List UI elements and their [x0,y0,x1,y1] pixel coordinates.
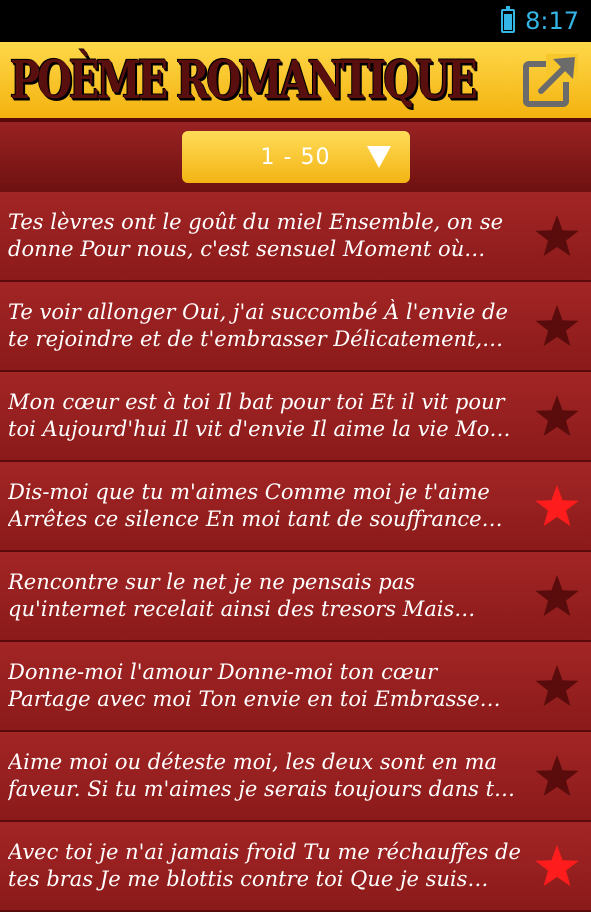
poem-preview: Tes lèvres ont le goût du miel Ensemble,… [8,210,504,261]
share-icon [523,54,578,107]
list-item[interactable]: Aime moi ou déteste moi, les deux sont e… [0,732,591,822]
list-item[interactable]: Mon cœur est à toi Il bat pour toi Et il… [0,372,591,462]
favorite-star-icon[interactable] [533,482,581,530]
app-bar: POÈME ROMANTIQUE [0,42,591,122]
status-time: 8:17 [525,7,579,35]
favorite-star-icon[interactable] [533,662,581,710]
favorite-star-icon[interactable] [533,392,581,440]
share-button[interactable] [523,51,581,109]
range-label: 1 - 50 [260,144,331,170]
chevron-down-icon [366,146,391,168]
status-bar: 8:17 [0,0,591,42]
favorite-star-icon[interactable] [533,212,581,260]
list-item[interactable]: Rencontre sur le net je ne pensais pas q… [0,552,591,642]
favorite-star-icon[interactable] [533,572,581,620]
poem-preview: Mon cœur est à toi Il bat pour toi Et il… [8,390,511,441]
poem-preview: Te voir allonger Oui, j'ai succombé À l'… [8,300,508,351]
poem-preview: Aime moi ou déteste moi, les deux sont e… [8,750,516,801]
favorite-star-icon[interactable] [533,302,581,350]
poem-preview: Avec toi je n'ai jamais froid Tu me réch… [8,840,521,891]
filter-bar: 1 - 50 [0,122,591,192]
range-dropdown[interactable]: 1 - 50 [181,131,410,183]
favorite-star-icon[interactable] [533,752,581,800]
list-item[interactable]: Dis-moi que tu m'aimes Comme moi je t'ai… [0,462,591,552]
battery-icon [501,6,516,33]
list-item[interactable]: Te voir allonger Oui, j'ai succombé À l'… [0,282,591,372]
app-title: POÈME ROMANTIQUE [10,49,478,111]
poem-preview: Rencontre sur le net je ne pensais pas q… [8,570,476,621]
list-item[interactable]: Avec toi je n'ai jamais froid Tu me réch… [0,822,591,912]
favorite-star-icon[interactable] [533,842,581,890]
list-item[interactable]: Donne-moi l'amour Donne-moi ton cœur Par… [0,642,591,732]
list-item[interactable]: Tes lèvres ont le goût du miel Ensemble,… [0,192,591,282]
poem-list: Tes lèvres ont le goût du miel Ensemble,… [0,192,591,912]
poem-preview: Donne-moi l'amour Donne-moi ton cœur Par… [8,660,501,711]
poem-preview: Dis-moi que tu m'aimes Comme moi je t'ai… [8,480,490,531]
